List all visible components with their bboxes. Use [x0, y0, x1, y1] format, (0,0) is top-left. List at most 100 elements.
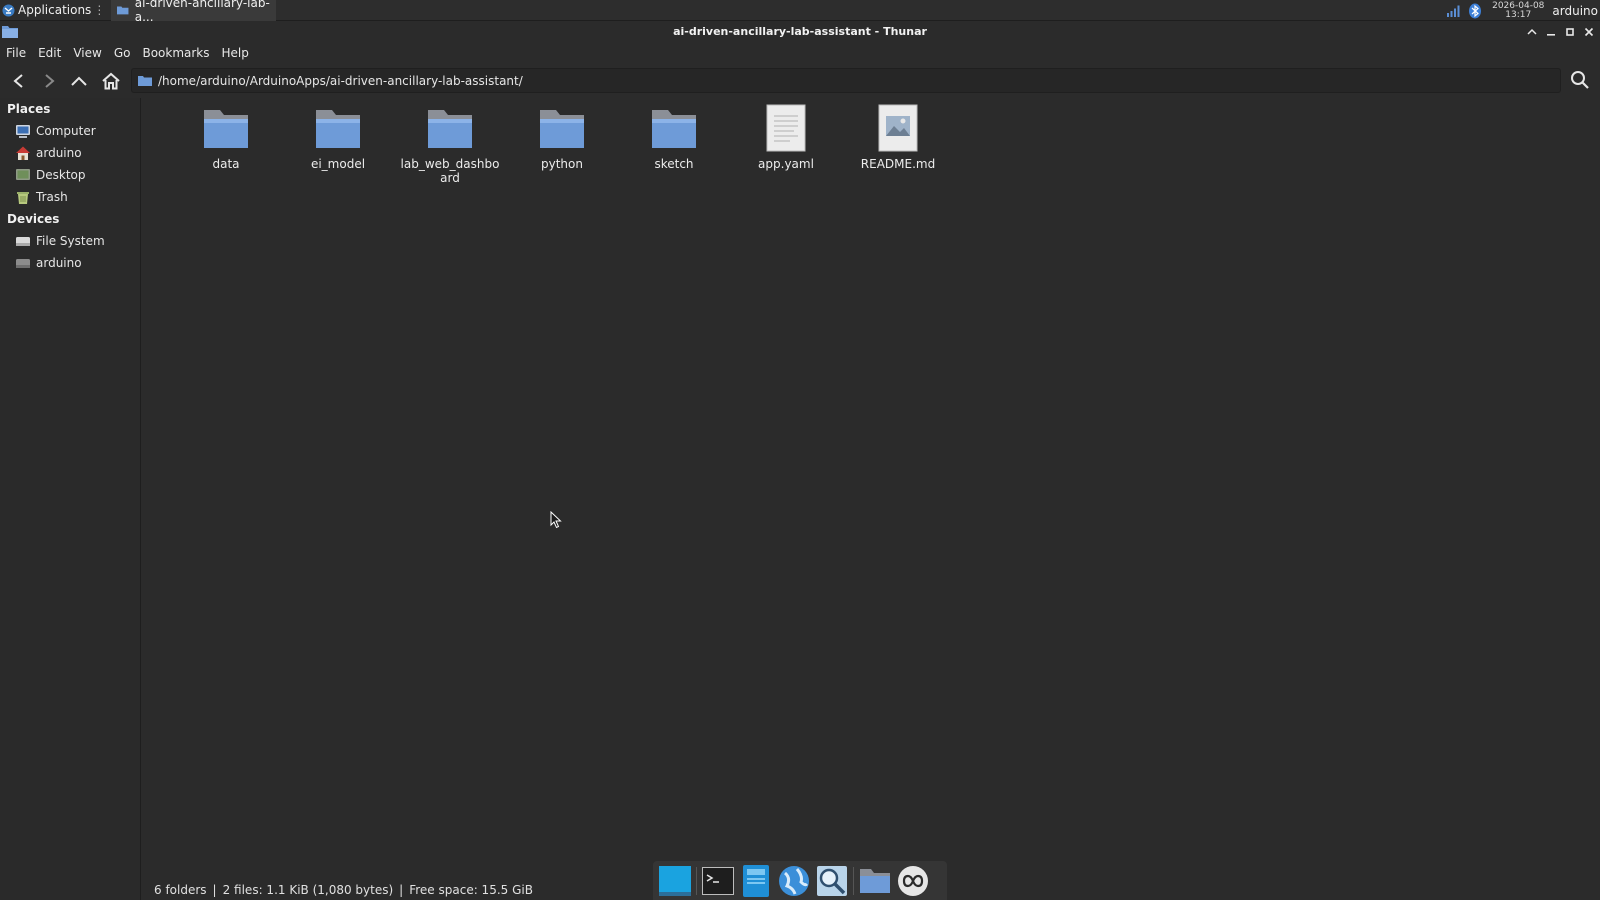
trash-icon [15, 189, 31, 205]
sidebar-header-places: Places [7, 102, 51, 116]
bluetooth-icon[interactable] [1466, 2, 1484, 20]
chevron-up-icon [1526, 28, 1537, 35]
window-title: ai-driven-ancillary-lab-assistant - Thun… [673, 25, 927, 38]
dock-folder[interactable] [856, 863, 894, 899]
dock-search[interactable] [813, 863, 851, 899]
file-name: lab_web_dashboard [400, 157, 500, 185]
file-name: README.md [860, 157, 936, 171]
sidebar-item-label: Trash [36, 190, 68, 204]
dock-separator [853, 866, 854, 895]
window-titlebar[interactable]: ai-driven-ancillary-lab-assistant - Thun… [0, 21, 1600, 42]
sidebar-item-label: arduino [36, 256, 82, 270]
folder-icon [202, 104, 250, 152]
image-document-icon [874, 104, 922, 152]
home-icon [102, 72, 120, 89]
file-manager-icon [743, 864, 769, 897]
sidebar-item-trash[interactable]: Trash [0, 186, 140, 208]
arrow-left-icon [13, 73, 23, 88]
folder-icon [426, 104, 474, 152]
menu-help[interactable]: Help [222, 46, 255, 60]
top-panel: Applications ⋮ ai-driven-ancillary-lab-a… [0, 0, 1600, 24]
location-path-input[interactable] [158, 73, 1548, 88]
terminal-icon [702, 866, 734, 895]
window-controls [1522, 23, 1598, 40]
file-item-python[interactable]: python [506, 104, 618, 171]
window-folder-icon[interactable] [2, 24, 18, 38]
sidebar-item-arduino-device[interactable]: arduino [0, 252, 140, 274]
folder-icon [538, 104, 586, 152]
back-button[interactable] [4, 66, 34, 96]
minimize-icon [1546, 33, 1555, 36]
menubar: File Edit View Go Bookmarks Help [0, 42, 1600, 63]
menu-edit[interactable]: Edit [38, 46, 67, 60]
file-item-data[interactable]: data [170, 104, 282, 171]
sidebar-item-computer[interactable]: Computer [0, 120, 140, 142]
sidebar-item-home[interactable]: arduino [0, 142, 140, 164]
file-item-app-yaml[interactable]: app.yaml [730, 104, 842, 171]
menu-bookmarks[interactable]: Bookmarks [142, 46, 215, 60]
menu-go[interactable]: Go [114, 46, 137, 60]
folder-icon [650, 104, 698, 152]
dock-web-browser[interactable] [775, 863, 813, 899]
home-button[interactable] [96, 66, 126, 96]
menu-view[interactable]: View [73, 46, 107, 60]
sidebar-item-file-system[interactable]: File System [0, 230, 140, 252]
web-browser-icon [779, 865, 809, 896]
status-folder-count: 6 folders [154, 883, 207, 897]
sidebar-item-label: arduino [36, 146, 82, 160]
file-item-readme[interactable]: README.md [842, 104, 954, 171]
desktop-icon [15, 167, 31, 183]
folder-icon [138, 76, 152, 86]
arrow-right-icon [45, 73, 55, 88]
minimize-button[interactable] [1541, 23, 1560, 40]
menu-file[interactable]: File [6, 46, 32, 60]
close-button[interactable] [1579, 23, 1598, 40]
mouse-cursor [550, 511, 562, 529]
search-icon [817, 865, 847, 896]
toolbar [0, 64, 1600, 97]
file-item-ei-model[interactable]: ei_model [282, 104, 394, 171]
sidebar-item-label: File System [36, 234, 105, 248]
dock-arduino[interactable] [894, 863, 932, 899]
sidebar-item-desktop[interactable]: Desktop [0, 164, 140, 186]
status-separator: | [399, 883, 404, 897]
sidebar-item-label: Computer [36, 124, 96, 138]
clock[interactable]: 2026-04-08 13:17 [1492, 1, 1544, 20]
search-button[interactable] [1566, 66, 1594, 94]
text-file-icon [762, 104, 810, 152]
file-name: sketch [654, 157, 694, 171]
location-bar[interactable] [131, 68, 1561, 93]
shade-button[interactable] [1522, 23, 1541, 40]
sidebar: Places Computer arduino Desktop Trash De… [0, 98, 141, 900]
folder-icon [314, 104, 362, 152]
file-name: python [541, 157, 583, 171]
file-view[interactable]: data ei_model lab_web_dashboard python s… [142, 98, 1600, 880]
close-icon [1584, 27, 1593, 36]
maximize-button[interactable] [1560, 23, 1579, 40]
parent-folder-button[interactable] [64, 66, 94, 96]
arduino-icon [898, 865, 928, 896]
dock [653, 861, 947, 900]
folder-icon [117, 6, 129, 15]
applications-menu[interactable]: Applications ⋮ [0, 0, 109, 21]
search-icon [1571, 71, 1589, 89]
maximize-icon [1565, 27, 1574, 36]
drive-icon [15, 255, 31, 271]
file-item-lab-web-dashboard[interactable]: lab_web_dashboard [394, 104, 506, 185]
folder-icon [860, 868, 890, 893]
dock-terminal[interactable] [699, 863, 737, 899]
status-file-summary: 2 files: 1.1 KiB (1,080 bytes) [222, 883, 394, 897]
taskbar-window-button[interactable]: ai-driven-ancillary-lab-a... [111, 0, 277, 24]
network-signal-icon[interactable] [1444, 2, 1462, 20]
arrow-up-icon [71, 76, 87, 86]
applications-label: Applications [18, 3, 92, 17]
panel-user-name[interactable]: arduino [1552, 4, 1600, 18]
dock-file-manager[interactable] [737, 863, 775, 899]
file-item-sketch[interactable]: sketch [618, 104, 730, 171]
status-separator: | [212, 883, 217, 897]
drive-icon [15, 233, 31, 249]
forward-button[interactable] [34, 66, 64, 96]
xfce-logo-icon [2, 4, 15, 16]
dock-show-desktop[interactable] [656, 863, 694, 899]
home-icon [15, 145, 31, 161]
